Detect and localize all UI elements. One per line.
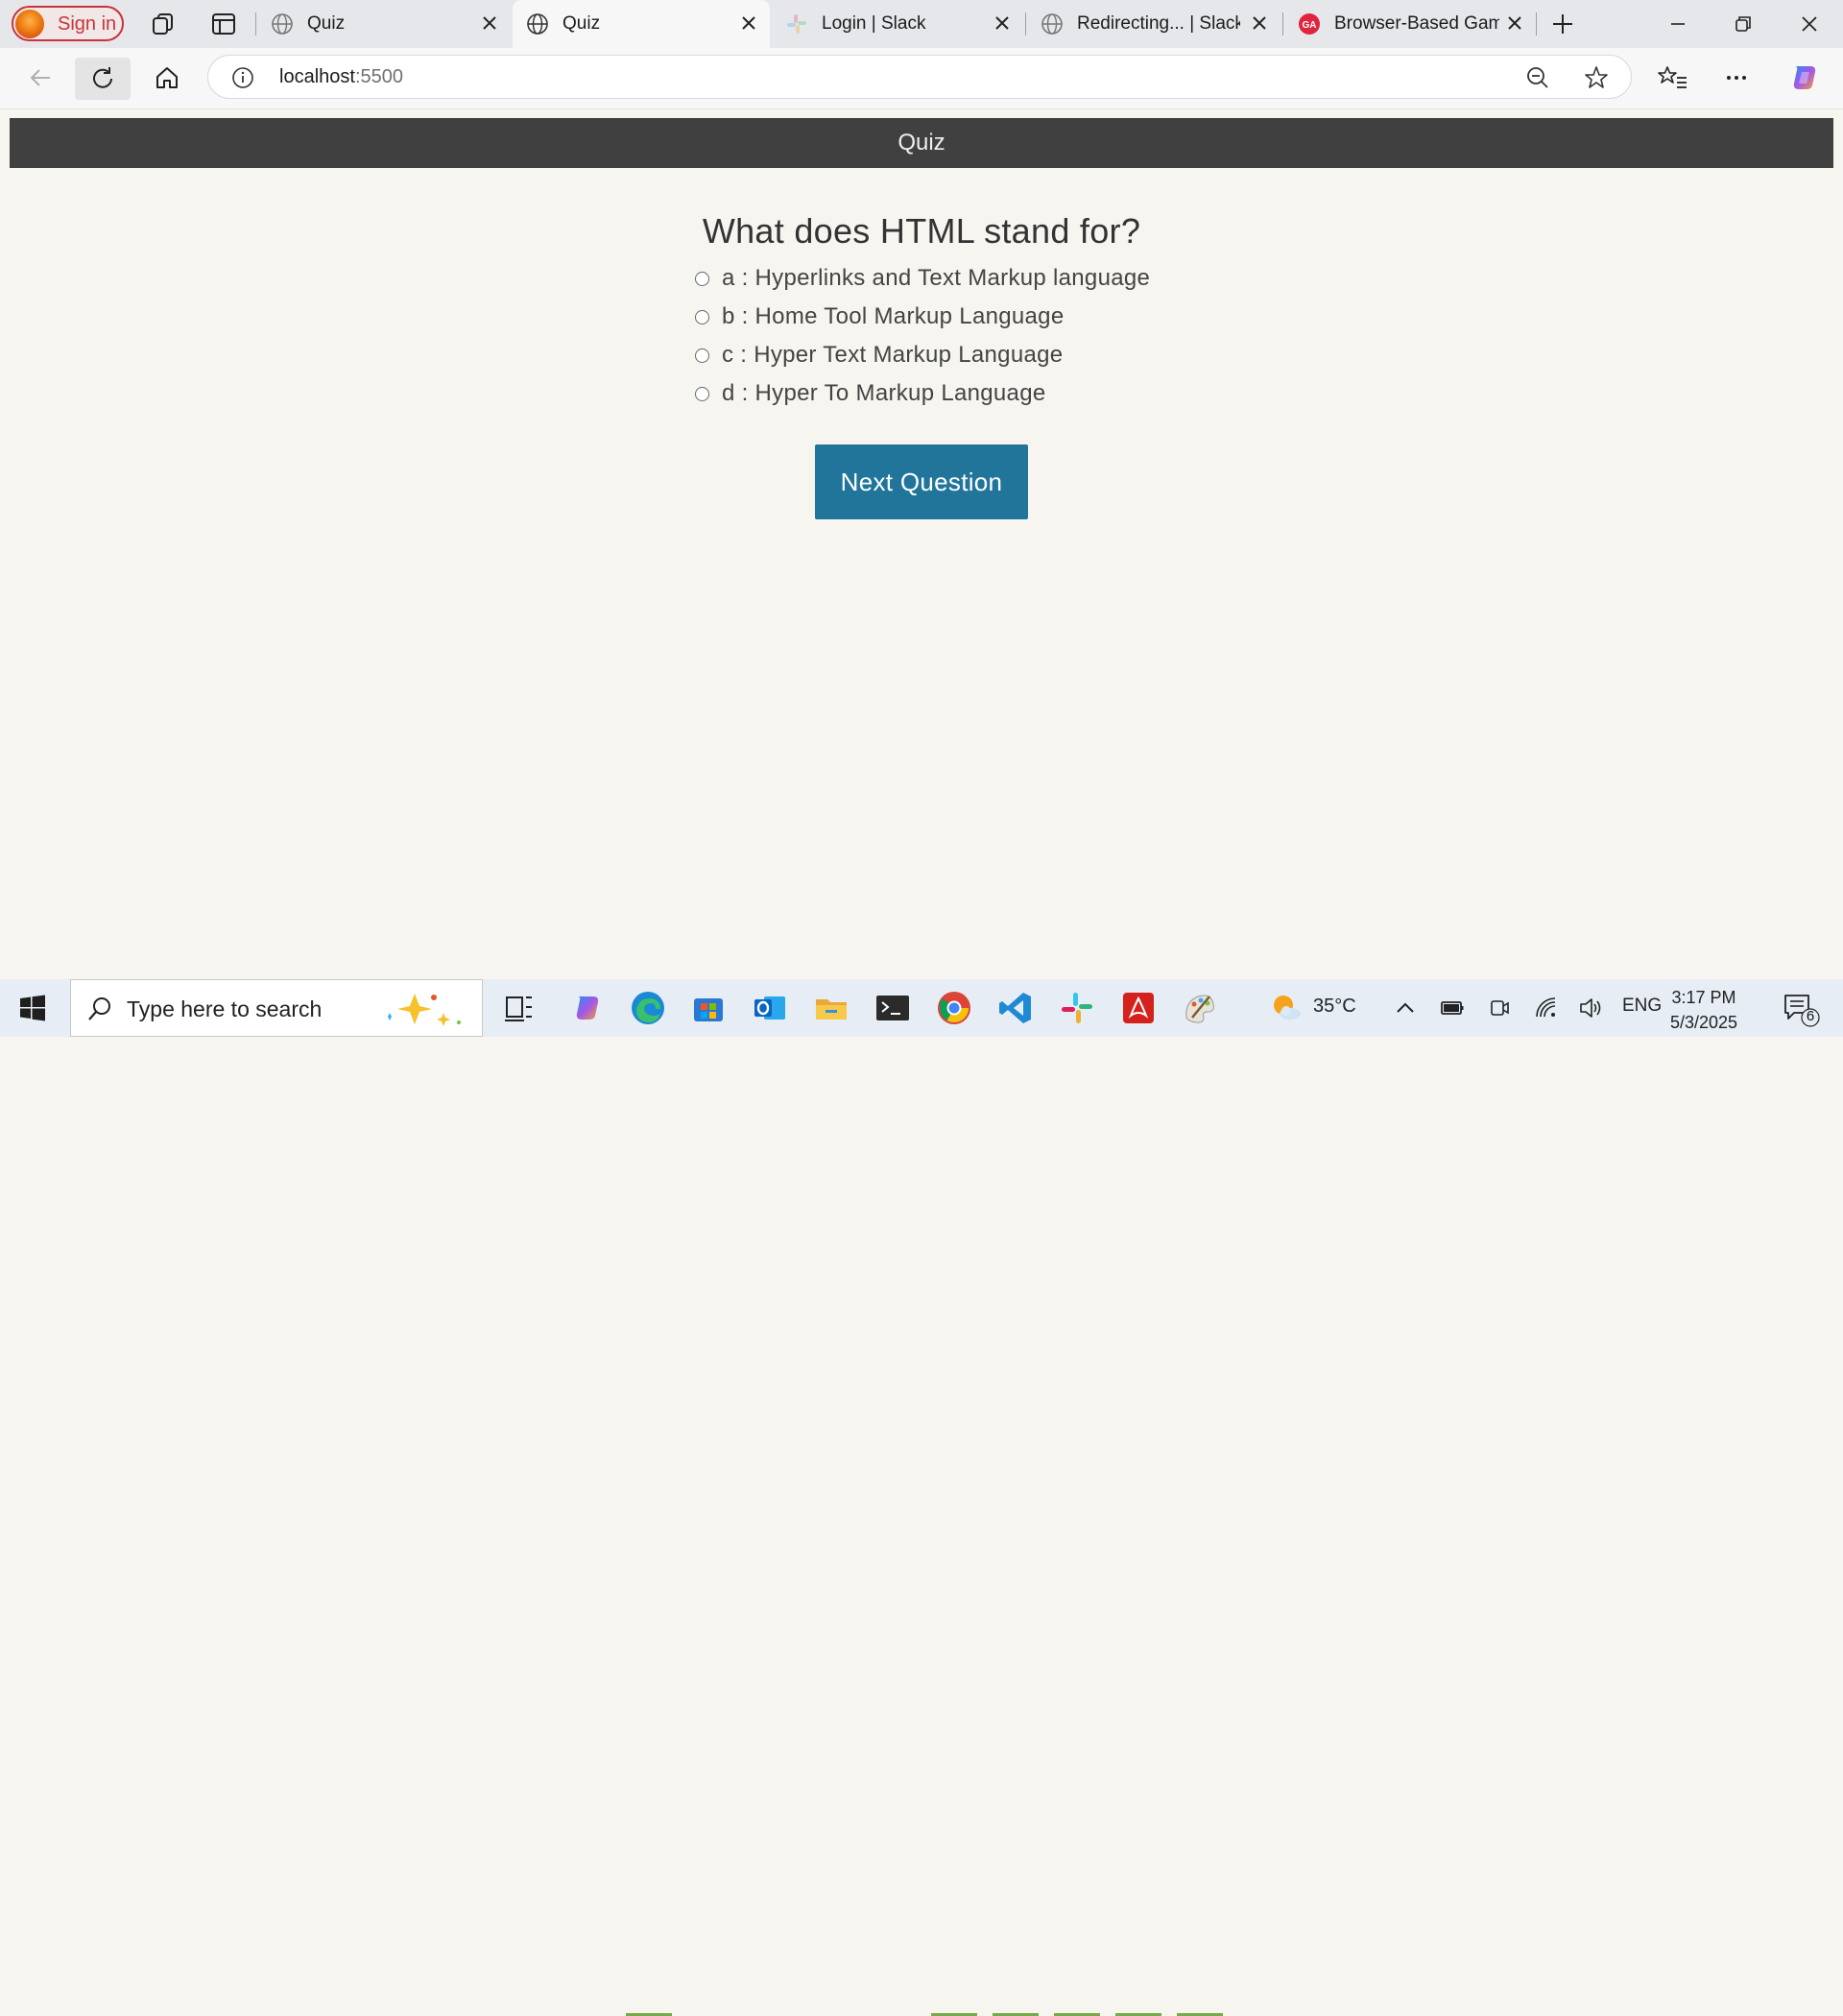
- question-text: What does HTML stand for?: [702, 211, 1141, 251]
- profile-sign-in-button[interactable]: Sign in: [12, 6, 124, 41]
- weather-partly-cloudy-icon[interactable]: [1269, 991, 1304, 1025]
- tab-redirecting-slack[interactable]: Redirecting... | Slack: [1027, 0, 1281, 48]
- answer-label: d : Hyper To Markup Language: [722, 380, 1046, 406]
- vscode-icon[interactable]: [996, 989, 1035, 1027]
- reload-icon: [93, 67, 112, 88]
- tab-separator: [1282, 12, 1283, 36]
- globe-icon: [527, 13, 548, 35]
- tab-strip: Sign in Quiz Quiz Login | Slack Redirect…: [0, 0, 1843, 48]
- url-host: localhost: [279, 66, 355, 87]
- globe-icon: [272, 13, 293, 35]
- search-icon: [88, 997, 110, 1020]
- file-explorer-icon[interactable]: [812, 989, 850, 1027]
- tab-title: Redirecting... | Slack: [1077, 13, 1240, 34]
- paint-icon[interactable]: [1181, 989, 1219, 1027]
- chrome-icon[interactable]: [935, 989, 973, 1027]
- meet-now-icon[interactable]: [1488, 996, 1511, 1020]
- favorites-icon[interactable]: [1654, 59, 1692, 97]
- copilot-icon[interactable]: [1785, 59, 1824, 97]
- workspaces-icon[interactable]: [150, 11, 177, 37]
- globe-icon: [1041, 13, 1063, 35]
- radio-button[interactable]: [695, 310, 709, 324]
- address-bar[interactable]: localhost:5500: [207, 55, 1632, 99]
- tab-separator: [255, 12, 256, 36]
- language-indicator[interactable]: ENG: [1622, 996, 1662, 1017]
- favorite-star-icon[interactable]: [1583, 64, 1610, 91]
- clock-date: 5/3/2025: [1670, 1013, 1738, 1032]
- terminal-icon[interactable]: [874, 989, 912, 1027]
- more-options-icon[interactable]: [1717, 59, 1756, 97]
- answer-label: b : Home Tool Markup Language: [722, 303, 1065, 329]
- search-placeholder: Type here to search: [127, 996, 323, 1021]
- close-icon[interactable]: [993, 13, 1012, 33]
- tab-separator: [1536, 12, 1537, 36]
- slack-icon: [787, 14, 806, 34]
- reload-button[interactable]: [75, 58, 131, 100]
- wifi-icon[interactable]: [1534, 996, 1559, 1020]
- ga-icon: GA: [1299, 13, 1320, 35]
- tab-browser-based-game[interactable]: GA Browser-Based Game: [1284, 0, 1536, 48]
- back-icon[interactable]: [21, 59, 60, 97]
- profile-label: Sign in: [58, 13, 117, 35]
- profile-avatar-icon: [15, 10, 44, 38]
- minimize-icon[interactable]: [1663, 10, 1692, 38]
- radio-button[interactable]: [695, 348, 709, 363]
- close-window-icon[interactable]: [1795, 10, 1824, 38]
- vertical-tabs-icon[interactable]: [210, 11, 237, 37]
- browser-toolbar: localhost:5500: [0, 48, 1843, 109]
- url-text[interactable]: localhost:5500: [279, 66, 403, 88]
- radio-button[interactable]: [695, 387, 709, 401]
- tab-title: Quiz: [562, 13, 601, 34]
- close-icon[interactable]: [1250, 13, 1269, 33]
- quiz-header: Quiz: [10, 118, 1833, 168]
- quiz-header-title: Quiz: [898, 130, 945, 156]
- close-icon[interactable]: [480, 13, 499, 33]
- restore-icon[interactable]: [1729, 10, 1758, 38]
- tab-title: Browser-Based Game: [1334, 13, 1499, 34]
- url-port: :5500: [354, 66, 403, 87]
- clock[interactable]: 3:17 PM 5/3/2025: [1670, 985, 1737, 1035]
- home-icon[interactable]: [148, 59, 186, 97]
- weather-temperature[interactable]: 35°C: [1313, 996, 1356, 1018]
- page-viewport: Quiz What does HTML stand for? a : Hyper…: [0, 109, 1843, 979]
- tab-title: Login | Slack: [822, 13, 926, 34]
- search-highlight-sparkle-icon: [388, 994, 461, 1026]
- task-view-icon[interactable]: [499, 989, 538, 1027]
- svg-text:GA: GA: [1303, 20, 1317, 31]
- tab-title: Quiz: [307, 13, 346, 34]
- notification-count: 6: [1806, 1008, 1815, 1024]
- clock-time: 3:17 PM: [1671, 988, 1736, 1007]
- next-question-button[interactable]: Next Question: [815, 444, 1028, 519]
- tab-separator: [1025, 12, 1026, 36]
- taskbar-search-box[interactable]: Type here to search: [70, 979, 483, 1037]
- windows-start-icon[interactable]: [19, 995, 46, 1021]
- outlook-icon[interactable]: [751, 989, 789, 1027]
- tab-login-slack[interactable]: Login | Slack: [772, 0, 1023, 48]
- volume-icon[interactable]: [1578, 996, 1603, 1020]
- answer-label: c : Hyper Text Markup Language: [722, 342, 1064, 368]
- battery-icon[interactable]: [1440, 996, 1465, 1020]
- site-info-icon[interactable]: [231, 66, 254, 89]
- tab-quiz-2-active[interactable]: Quiz: [513, 0, 770, 48]
- new-tab-icon[interactable]: [1549, 11, 1576, 37]
- tab-quiz-1[interactable]: Quiz: [257, 0, 511, 48]
- zoom-out-icon[interactable]: [1525, 65, 1550, 90]
- answer-label: a : Hyperlinks and Text Markup language: [722, 265, 1151, 291]
- acrobat-icon[interactable]: [1119, 989, 1158, 1027]
- chevron-up-icon[interactable]: [1394, 996, 1417, 1020]
- close-icon[interactable]: [739, 13, 758, 33]
- copilot-app-icon[interactable]: [568, 989, 607, 1027]
- slack-app-icon[interactable]: [1058, 989, 1096, 1027]
- radio-button[interactable]: [695, 272, 709, 286]
- taskbar: Type here to search 35°C ENG 3:17 PM 5/3…: [0, 979, 1843, 2016]
- microsoft-store-icon[interactable]: [689, 989, 728, 1027]
- close-icon[interactable]: [1505, 13, 1524, 33]
- edge-browser-icon[interactable]: [629, 989, 667, 1027]
